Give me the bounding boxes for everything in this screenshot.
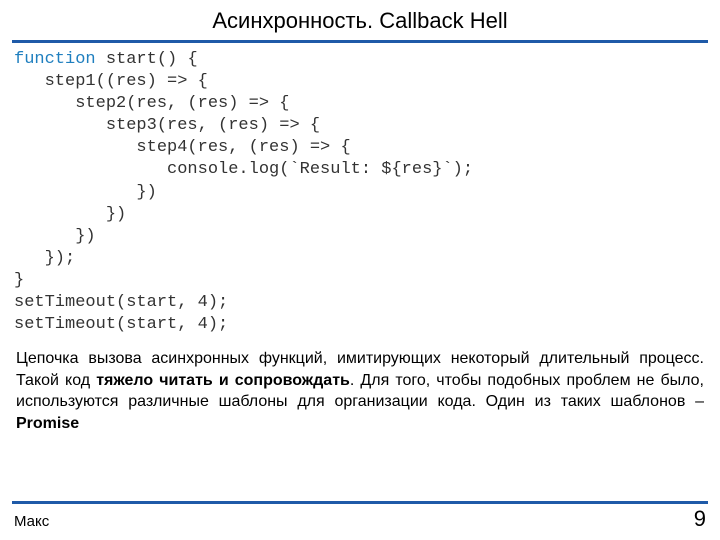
- code-body: start() { step1((res) => { step2(res, (r…: [14, 50, 473, 334]
- footer-divider: [12, 501, 708, 504]
- footer: Макс 9: [0, 501, 720, 532]
- code-block: function start() { step1((res) => { step…: [0, 43, 720, 344]
- description-paragraph: Цепочка вызова асинхронных функций, имит…: [0, 344, 720, 434]
- para-bold-1: тяжело читать и сопровождать: [96, 372, 350, 389]
- para-bold-2: Promise: [16, 415, 79, 432]
- footer-author: Макс: [14, 513, 49, 530]
- slide: Асинхронность. Callback Hell function st…: [0, 0, 720, 540]
- page-number: 9: [694, 506, 706, 532]
- keyword-function: function: [14, 50, 96, 69]
- slide-title: Асинхронность. Callback Hell: [0, 0, 720, 40]
- footer-row: Макс 9: [0, 506, 720, 532]
